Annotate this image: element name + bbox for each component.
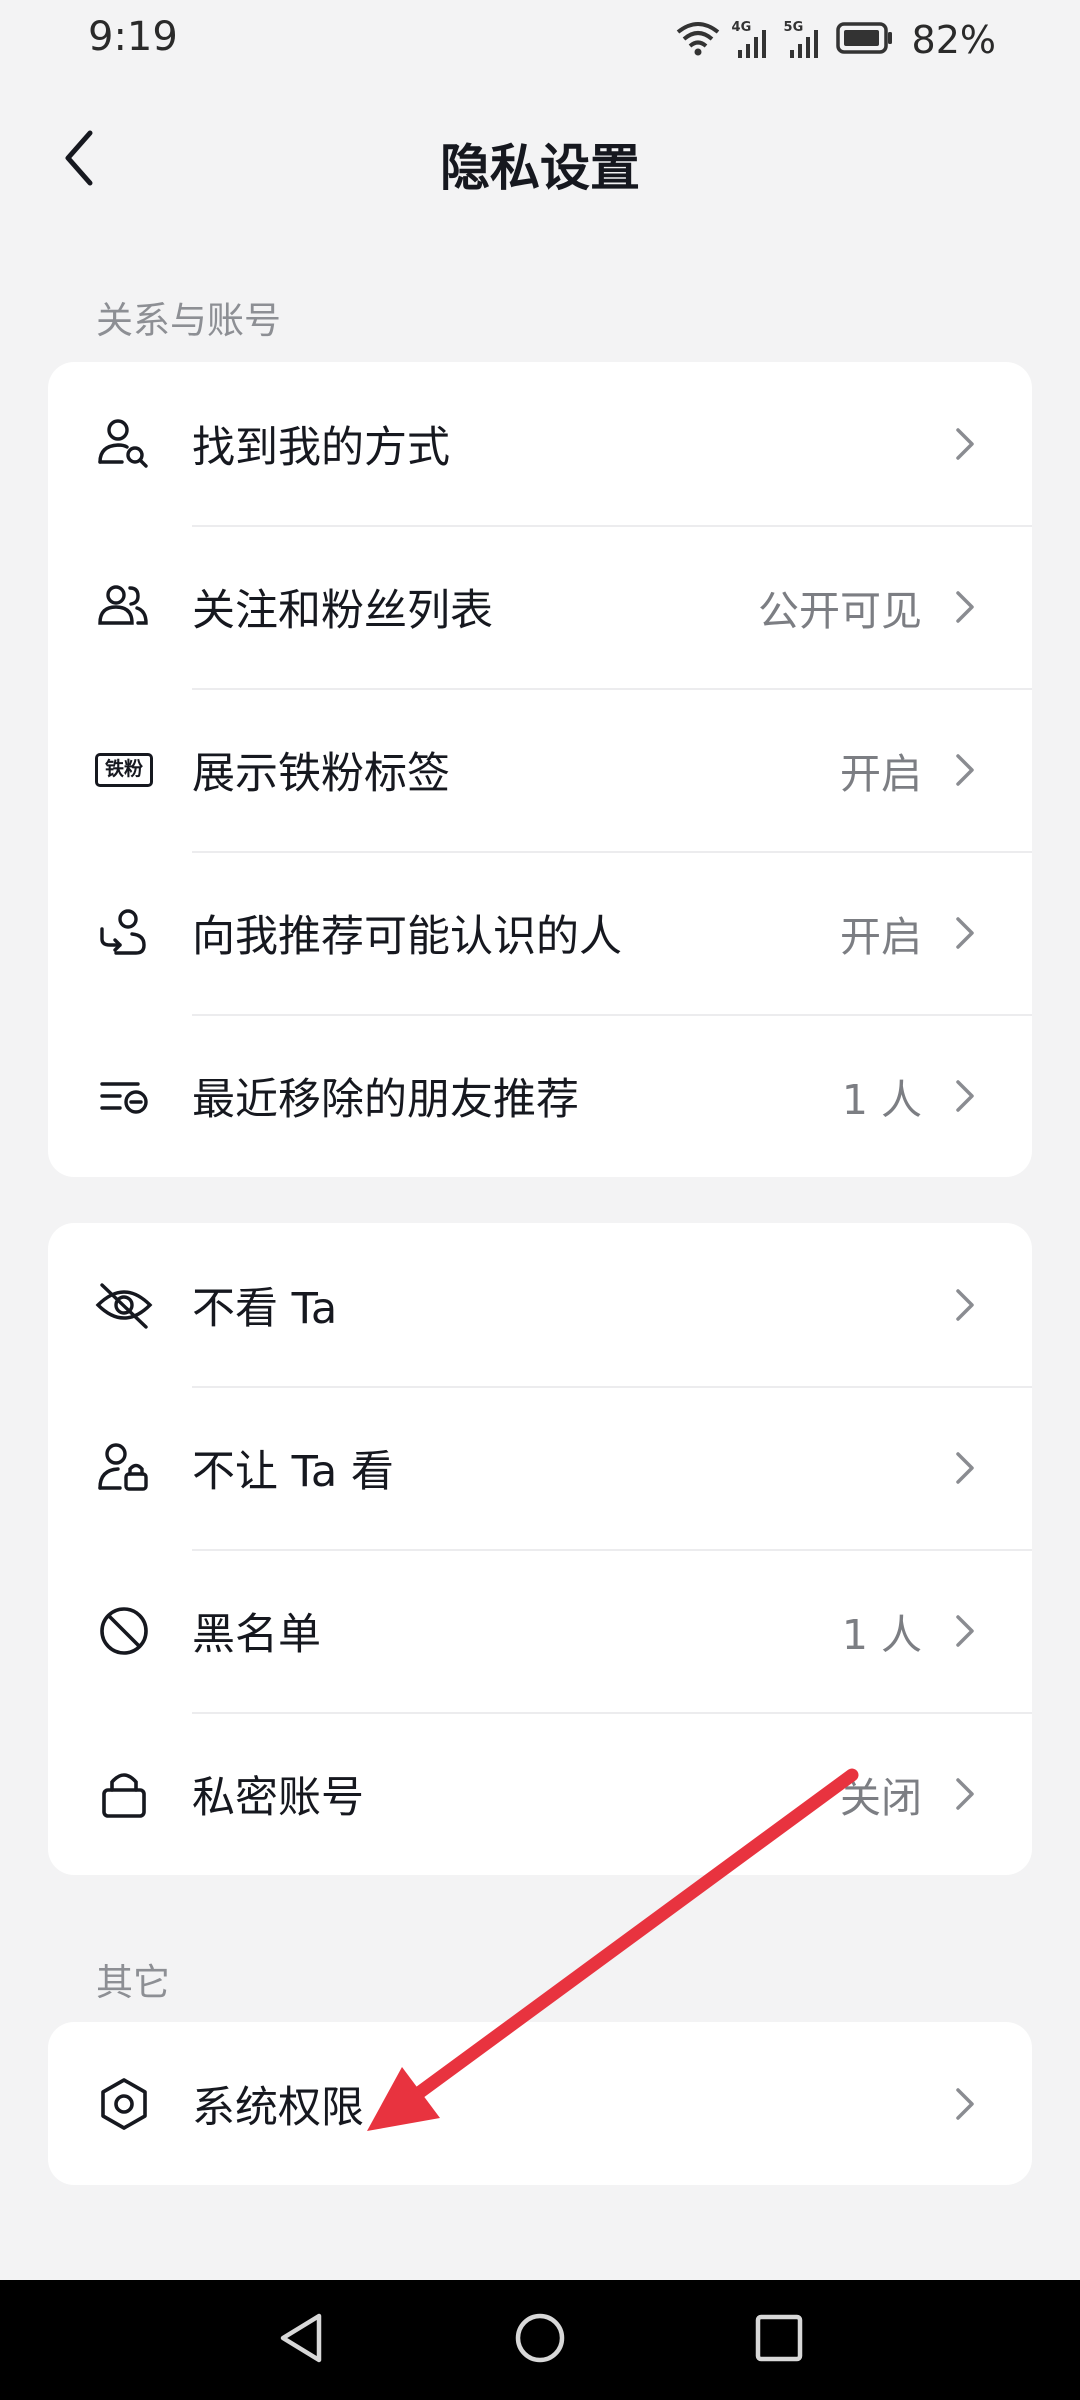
row-dont-see-them[interactable]: 不看 Ta: [48, 1223, 1032, 1386]
row-value: 1 人: [841, 1075, 922, 1124]
row-label: 黑名单: [192, 1609, 321, 1660]
row-system-permissions[interactable]: 系统权限: [48, 2022, 1032, 2185]
lock-icon: [94, 1764, 154, 1824]
row-label: 展示铁粉标签: [192, 748, 450, 799]
row-private-account[interactable]: 私密账号 关闭: [48, 1712, 1032, 1875]
iron-fan-badge-icon: 铁粉: [94, 740, 154, 800]
person-search-icon: [94, 414, 154, 474]
row-value: 开启: [840, 749, 922, 798]
chevron-right-icon: [950, 1611, 980, 1651]
person-recommend-icon: [94, 903, 154, 963]
relations-card: 找到我的方式 关注和粉丝列表 公开可见 铁粉 展示铁粉标签 开启 向我推荐可能认…: [48, 362, 1032, 1177]
status-time: 9:19: [88, 14, 178, 60]
system-nav-bar: [0, 2280, 1080, 2400]
chevron-right-icon: [950, 1285, 980, 1325]
chevron-right-icon: [950, 913, 980, 953]
other-card: 系统权限: [48, 2022, 1032, 2185]
battery-percent: 82%: [911, 18, 996, 62]
row-label: 不看 Ta: [192, 1283, 338, 1334]
row-value: 关闭: [840, 1773, 922, 1822]
header: 隐私设置: [0, 100, 1080, 220]
row-label: 找到我的方式: [192, 422, 450, 473]
visibility-card: 不看 Ta 不让 Ta 看 黑名单 1 人 私密账号 关闭: [48, 1223, 1032, 1875]
row-label: 关注和粉丝列表: [192, 585, 493, 636]
nav-back-button[interactable]: [269, 2308, 333, 2372]
person-lock-icon: [94, 1438, 154, 1498]
list-remove-icon: [94, 1066, 154, 1126]
row-removed-friends[interactable]: 最近移除的朋友推荐 1 人: [48, 1014, 1032, 1177]
signal-5g-icon: 5G: [784, 20, 824, 60]
page-title: 隐私设置: [440, 139, 640, 197]
row-hide-from-them[interactable]: 不让 Ta 看: [48, 1386, 1032, 1549]
row-value: 开启: [840, 912, 922, 961]
block-icon: [94, 1601, 154, 1661]
hexagon-settings-icon: [94, 2074, 154, 2134]
people-icon: [94, 577, 154, 637]
section-label-relations: 关系与账号: [96, 299, 281, 342]
nav-recents-button[interactable]: [747, 2308, 811, 2372]
row-label: 系统权限: [192, 2082, 364, 2133]
row-label: 最近移除的朋友推荐: [192, 1074, 579, 1125]
row-label: 不让 Ta 看: [192, 1446, 394, 1497]
chevron-right-icon: [950, 424, 980, 464]
wifi-icon: [676, 20, 720, 60]
row-label: 向我推荐可能认识的人: [192, 911, 622, 962]
chevron-right-icon: [950, 587, 980, 627]
row-recommend-people[interactable]: 向我推荐可能认识的人 开启: [48, 851, 1032, 1014]
row-iron-fan-badge[interactable]: 铁粉 展示铁粉标签 开启: [48, 688, 1032, 851]
battery-icon: [835, 21, 894, 59]
section-label-other: 其它: [96, 1961, 170, 2004]
chevron-right-icon: [950, 1448, 980, 1488]
badge-text: 铁粉: [95, 752, 153, 787]
nav-back-icon: [275, 2310, 327, 2370]
nav-home-icon: [512, 2310, 568, 2370]
row-value: 公开可见: [758, 586, 922, 635]
status-icons: 4G 5G 82%: [676, 16, 996, 64]
chevron-right-icon: [950, 1076, 980, 1116]
chevron-right-icon: [950, 750, 980, 790]
row-blacklist[interactable]: 黑名单 1 人: [48, 1549, 1032, 1712]
row-label: 私密账号: [192, 1772, 364, 1823]
chevron-right-icon: [950, 2084, 980, 2124]
nav-home-button[interactable]: [508, 2308, 572, 2372]
row-value: 1 人: [841, 1610, 922, 1659]
signal-4g-icon: 4G: [732, 20, 772, 60]
status-bar: 9:19 4G 5G 82%: [0, 0, 1080, 80]
row-find-me[interactable]: 找到我的方式: [48, 362, 1032, 525]
row-follow-fans-list[interactable]: 关注和粉丝列表 公开可见: [48, 525, 1032, 688]
chevron-right-icon: [950, 1774, 980, 1814]
eye-off-icon: [94, 1275, 154, 1335]
nav-recents-icon: [753, 2312, 805, 2368]
